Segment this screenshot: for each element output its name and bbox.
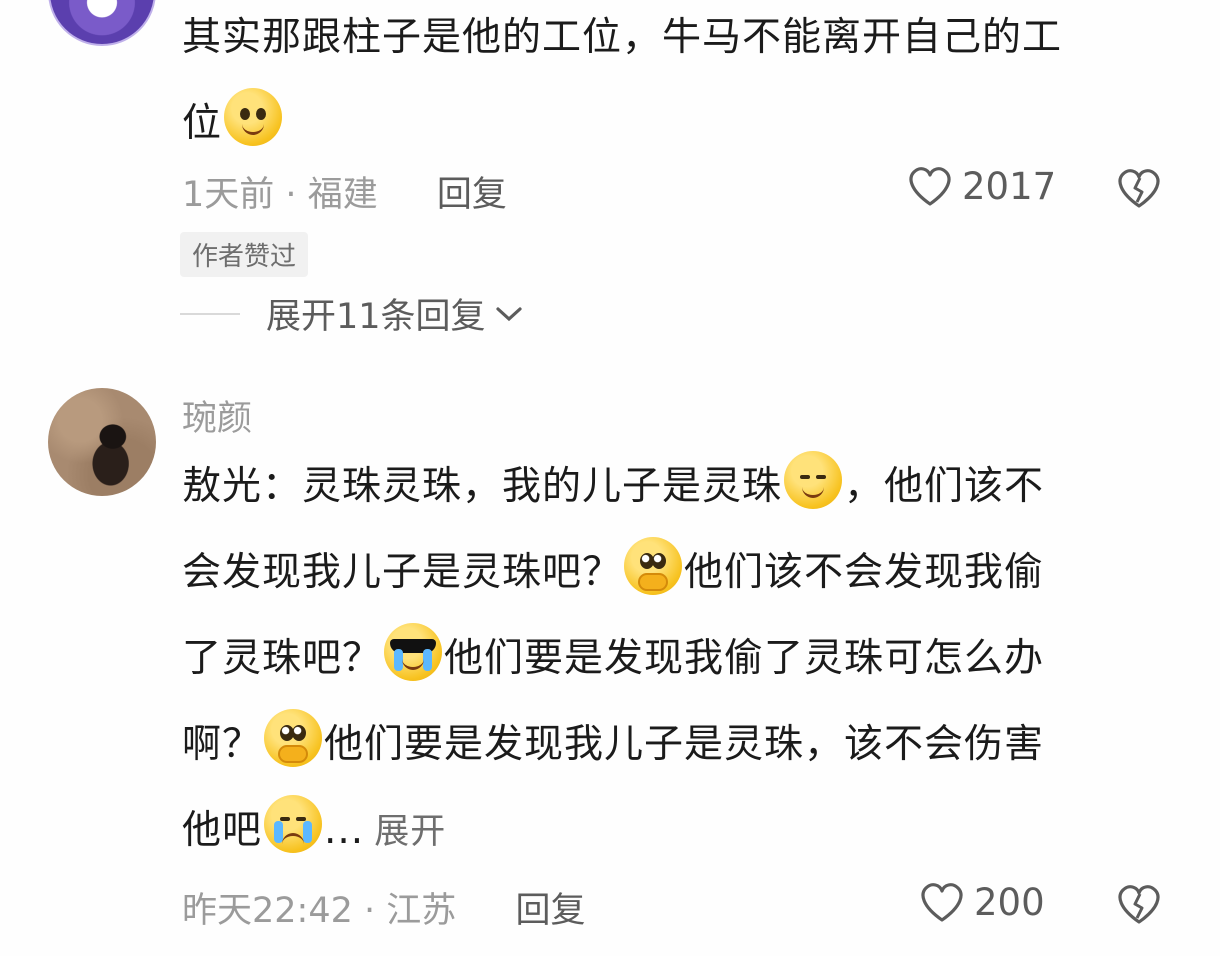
pleading-face-emoji-icon xyxy=(624,537,683,595)
broken-heart-icon xyxy=(1118,169,1160,208)
meta-separator: · xyxy=(285,175,297,215)
comment-meta: 1天前 · 福建 回复 xyxy=(182,166,507,217)
avatar[interactable] xyxy=(48,388,156,496)
comment-location: 江苏 xyxy=(386,891,457,931)
like-button[interactable]: 200 xyxy=(918,880,1045,924)
heart-outline-icon xyxy=(909,167,951,206)
comment-text-line: 他们该不会发现我偷 xyxy=(684,550,1045,595)
comment-body: 敖光：灵珠灵珠，我的儿子是灵珠 ，他们该不 会发现我儿子是灵珠吧？ 他们该不会发现我… xyxy=(182,444,1182,875)
dislike-button[interactable] xyxy=(1115,166,1163,214)
comment-text-line: 啊？ xyxy=(182,722,263,767)
comment-text-line: 其实那跟柱子是他的工位，牛马不能离开自己的工 xyxy=(182,15,1063,60)
dislike-button[interactable] xyxy=(1115,882,1163,930)
username[interactable]: 琬颜 xyxy=(182,390,252,441)
chevron-down-icon xyxy=(495,306,522,321)
meta-separator: · xyxy=(364,891,376,931)
comment-body: 其实那跟柱子是他的工位，牛马不能离开自己的工 位 xyxy=(182,0,1182,167)
comment-text-line: 位 xyxy=(182,101,223,146)
divider-line xyxy=(180,312,240,315)
reply-button[interactable]: 回复 xyxy=(437,175,507,215)
loudly-crying-emoji-icon xyxy=(264,795,323,853)
comment-text-line: 他吧 xyxy=(182,808,263,853)
like-button[interactable]: 2017 xyxy=(906,164,1056,208)
pleading-face-emoji-icon xyxy=(264,709,323,767)
ellipsis: ... xyxy=(324,808,365,853)
comment-text-line: 他们要是发现我偷了灵珠可怎么办 xyxy=(444,636,1045,681)
comment-time: 昨天22:42 xyxy=(182,891,353,931)
comment-text-line: 敖光：灵珠灵珠，我的儿子是灵珠 xyxy=(182,464,783,509)
reply-button[interactable]: 回复 xyxy=(515,891,585,931)
broken-heart-icon xyxy=(1118,885,1160,924)
blush-smile-emoji-icon xyxy=(784,451,843,509)
author-liked-badge: 作者赞过 xyxy=(180,232,309,277)
expand-text-button[interactable]: 展开 xyxy=(374,812,446,852)
heart-outline-icon xyxy=(921,883,963,922)
avatar[interactable] xyxy=(48,0,156,46)
smile-emoji-icon xyxy=(224,88,283,146)
expand-replies-label: 展开11条回复 xyxy=(266,297,486,337)
comment-location: 福建 xyxy=(307,175,378,215)
comment-time: 1天前 xyxy=(182,175,275,215)
sunglasses-crying-emoji-icon xyxy=(384,623,443,681)
comment-text-line: 了灵珠吧？ xyxy=(182,636,383,681)
comment-text-line: 会发现我儿子是灵珠吧？ xyxy=(182,550,623,595)
comment-meta: 昨天22:42 · 江苏 回复 xyxy=(182,882,585,933)
like-count: 2017 xyxy=(962,164,1057,208)
comment-text-line: ，他们该不 xyxy=(844,464,1045,509)
expand-replies-button[interactable]: 展开11条回复 xyxy=(180,288,524,339)
comment-text-line: 他们要是发现我儿子是灵珠，该不会伤害 xyxy=(324,722,1045,767)
like-count: 200 xyxy=(974,880,1045,924)
